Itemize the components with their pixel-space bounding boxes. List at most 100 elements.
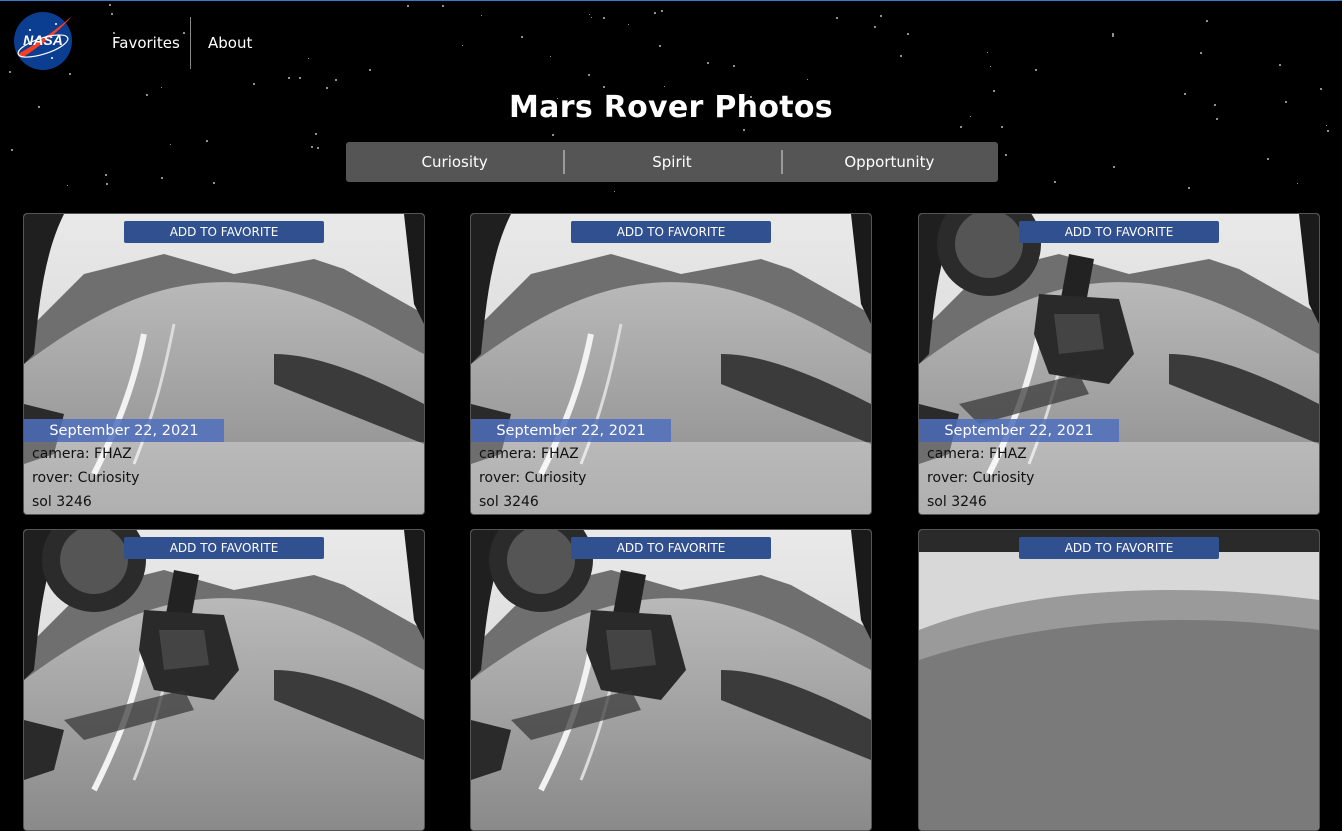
star-dot (1267, 158, 1269, 160)
star-dot (308, 58, 309, 59)
star-dot (550, 56, 551, 57)
star-dot (990, 66, 991, 67)
star-dot (628, 24, 629, 25)
photo-sol: sol 3246 (479, 494, 539, 510)
star-dot (67, 185, 68, 186)
nav-divider (190, 17, 191, 69)
star-dot (1327, 130, 1329, 132)
star-dot (183, 32, 185, 34)
star-dot (213, 182, 215, 184)
star-dot (253, 83, 255, 85)
photo-rover: rover: Curiosity (927, 470, 1035, 486)
star-dot (733, 65, 735, 67)
photo-camera: camera: FHAZ (479, 446, 579, 462)
star-dot (442, 5, 444, 7)
star-dot (664, 86, 665, 87)
photo-date: September 22, 2021 (919, 419, 1119, 442)
star-dot (326, 87, 328, 89)
star-dot (1297, 183, 1298, 184)
star-dot (11, 149, 13, 151)
photo-card: ADD TO FAVORITE (23, 529, 425, 831)
mars-photo-image[interactable] (24, 530, 424, 830)
star-dot (661, 10, 663, 12)
star-dot (315, 133, 317, 135)
star-dot (521, 36, 523, 38)
star-dot (407, 5, 409, 7)
add-to-favorite-button[interactable]: ADD TO FAVORITE (1019, 221, 1219, 243)
photo-sol: sol 3246 (32, 494, 92, 510)
star-dot (481, 15, 482, 16)
photo-camera: camera: FHAZ (927, 446, 1027, 462)
star-dot (743, 129, 745, 131)
star-dot (552, 134, 554, 136)
star-dot (1188, 187, 1190, 189)
star-dot (1005, 154, 1007, 156)
nav-favorites-link[interactable]: Favorites (112, 34, 180, 52)
star-dot (462, 45, 463, 46)
photo-card: ADD TO FAVORITE (918, 529, 1320, 831)
star-dot (111, 13, 113, 15)
star-dot (987, 52, 988, 53)
star-dot (1279, 64, 1281, 66)
star-dot (880, 15, 882, 17)
star-dot (1206, 20, 1208, 22)
star-dot (311, 146, 313, 148)
mars-photo-image[interactable] (471, 530, 871, 830)
star-dot (707, 62, 709, 64)
tab-spirit[interactable]: Spirit (563, 142, 780, 182)
rover-tab-bar: Curiosity Spirit Opportunity (346, 142, 998, 182)
photo-date: September 22, 2021 (471, 419, 671, 442)
star-dot (614, 191, 615, 192)
star-dot (960, 126, 962, 128)
photo-card: ADD TO FAVORITE September 22, 2021 camer… (918, 213, 1320, 515)
star-dot (654, 12, 656, 14)
star-dot (659, 45, 661, 47)
star-dot (588, 74, 590, 76)
add-to-favorite-button[interactable]: ADD TO FAVORITE (124, 221, 324, 243)
add-to-favorite-button[interactable]: ADD TO FAVORITE (571, 221, 771, 243)
star-dot (69, 73, 71, 75)
star-dot (591, 17, 592, 18)
star-dot (836, 17, 838, 19)
star-dot (105, 174, 107, 176)
add-to-favorite-button[interactable]: ADD TO FAVORITE (571, 537, 771, 559)
star-dot (206, 140, 208, 142)
tab-opportunity[interactable]: Opportunity (780, 142, 998, 182)
tab-curiosity[interactable]: Curiosity (346, 142, 563, 182)
photo-camera: camera: FHAZ (32, 446, 132, 462)
add-to-favorite-button[interactable]: ADD TO FAVORITE (1019, 537, 1219, 559)
photo-sol: sol 3246 (927, 494, 987, 510)
star-dot (807, 79, 808, 80)
star-dot (874, 26, 876, 28)
star-dot (1113, 166, 1115, 168)
star-dot (335, 79, 337, 81)
star-dot (170, 144, 171, 145)
star-dot (106, 183, 108, 185)
star-dot (1054, 181, 1056, 183)
page-title: Mars Rover Photos (509, 90, 833, 125)
nav-about-link[interactable]: About (208, 34, 252, 52)
nasa-logo-text: NASA (23, 32, 63, 48)
star-dot (907, 33, 909, 35)
star-dot (603, 17, 605, 19)
star-dot (589, 14, 590, 15)
star-dot (1112, 35, 1114, 37)
photo-info-panel: camera: FHAZ rover: Curiosity sol 3246 (24, 442, 424, 514)
photo-card: ADD TO FAVORITE (470, 529, 872, 831)
star-dot (1200, 52, 1202, 54)
star-dot (161, 87, 162, 88)
add-to-favorite-button[interactable]: ADD TO FAVORITE (124, 537, 324, 559)
star-dot (1001, 126, 1003, 128)
star-dot (900, 55, 902, 57)
nasa-logo[interactable]: NASA (12, 10, 74, 72)
photo-rover: rover: Curiosity (32, 470, 140, 486)
star-dot (1035, 69, 1037, 71)
mars-photo-image[interactable] (919, 530, 1319, 830)
photo-info-panel: camera: FHAZ rover: Curiosity sol 3246 (919, 442, 1319, 514)
star-dot (9, 71, 11, 73)
star-dot (317, 147, 319, 149)
photo-info-panel: camera: FHAZ rover: Curiosity sol 3246 (471, 442, 871, 514)
photo-card: ADD TO FAVORITE September 22, 2021 camer… (23, 213, 425, 515)
star-dot (299, 77, 301, 79)
photo-card: ADD TO FAVORITE September 22, 2021 camer… (470, 213, 872, 515)
